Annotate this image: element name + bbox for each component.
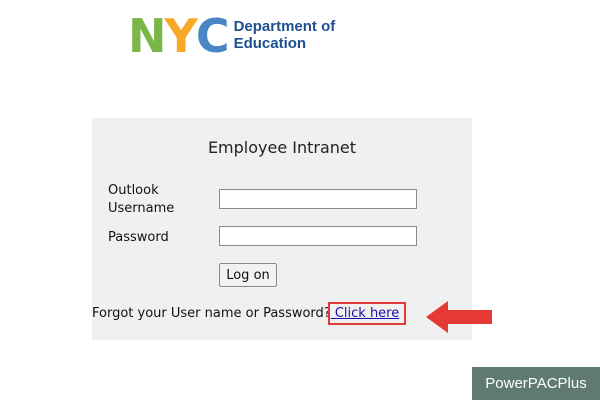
logo-line-2: Education <box>233 35 307 52</box>
nyc-logo-mark: N Y C <box>128 9 230 63</box>
logo-letter-c: C <box>195 9 230 63</box>
logo-wordmark: Department of Education <box>234 18 336 52</box>
password-input[interactable] <box>219 226 417 246</box>
forgot-credentials-row: Forgot your User name or Password? Click… <box>92 302 407 325</box>
page: N Y C Department of Education Employee I… <box>0 0 600 400</box>
logo-letter-y: Y <box>164 9 198 63</box>
username-input[interactable] <box>219 189 417 209</box>
powerpacplus-watermark: PowerPACPlus <box>472 367 600 400</box>
logo-letter-n: N <box>128 9 166 63</box>
log-on-button[interactable]: Log on <box>219 263 277 287</box>
nyc-doe-logo: N Y C Department of Education <box>128 10 335 60</box>
panel-title: Employee Intranet <box>207 138 357 157</box>
forgot-text: Forgot your User name or Password? <box>92 306 331 321</box>
left-arrow-icon <box>426 301 492 333</box>
login-panel: Employee Intranet Outlook Username Passw… <box>92 118 472 340</box>
logo-line-1: Department of <box>233 18 336 35</box>
click-here-link[interactable]: Click here <box>327 302 407 325</box>
username-label: Outlook Username <box>108 183 175 216</box>
password-label: Password <box>108 230 169 245</box>
